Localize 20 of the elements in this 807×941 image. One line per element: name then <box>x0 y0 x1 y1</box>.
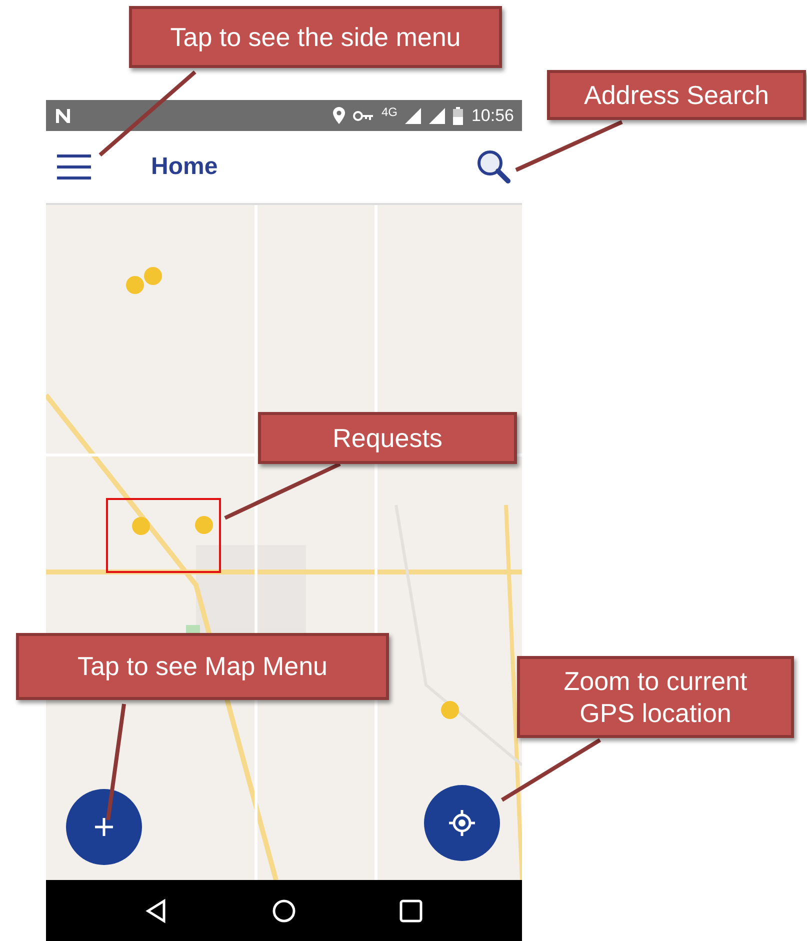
signal-icon <box>429 108 446 124</box>
signal-icon <box>405 108 422 124</box>
network-type: 4G <box>381 104 398 121</box>
location-pin-icon <box>333 107 346 124</box>
callout-label: Requests <box>258 412 517 464</box>
callout-label: Tap to see Map Menu <box>16 633 389 700</box>
notification-icon <box>54 108 72 124</box>
callout-label: Address Search <box>547 70 806 120</box>
home-icon <box>270 898 297 924</box>
recents-icon <box>398 898 424 924</box>
battery-icon <box>453 106 464 124</box>
search-icon <box>477 150 511 184</box>
screen-title: Home <box>151 152 218 182</box>
key-icon <box>353 110 374 120</box>
callout-label: Zoom to current GPS location <box>517 656 794 738</box>
menu-icon <box>57 154 91 180</box>
clock-time: 10:56 <box>471 104 514 127</box>
callout-label: Tap to see the side menu <box>129 6 502 68</box>
crosshair-icon <box>449 810 475 836</box>
plus-icon <box>95 818 113 836</box>
